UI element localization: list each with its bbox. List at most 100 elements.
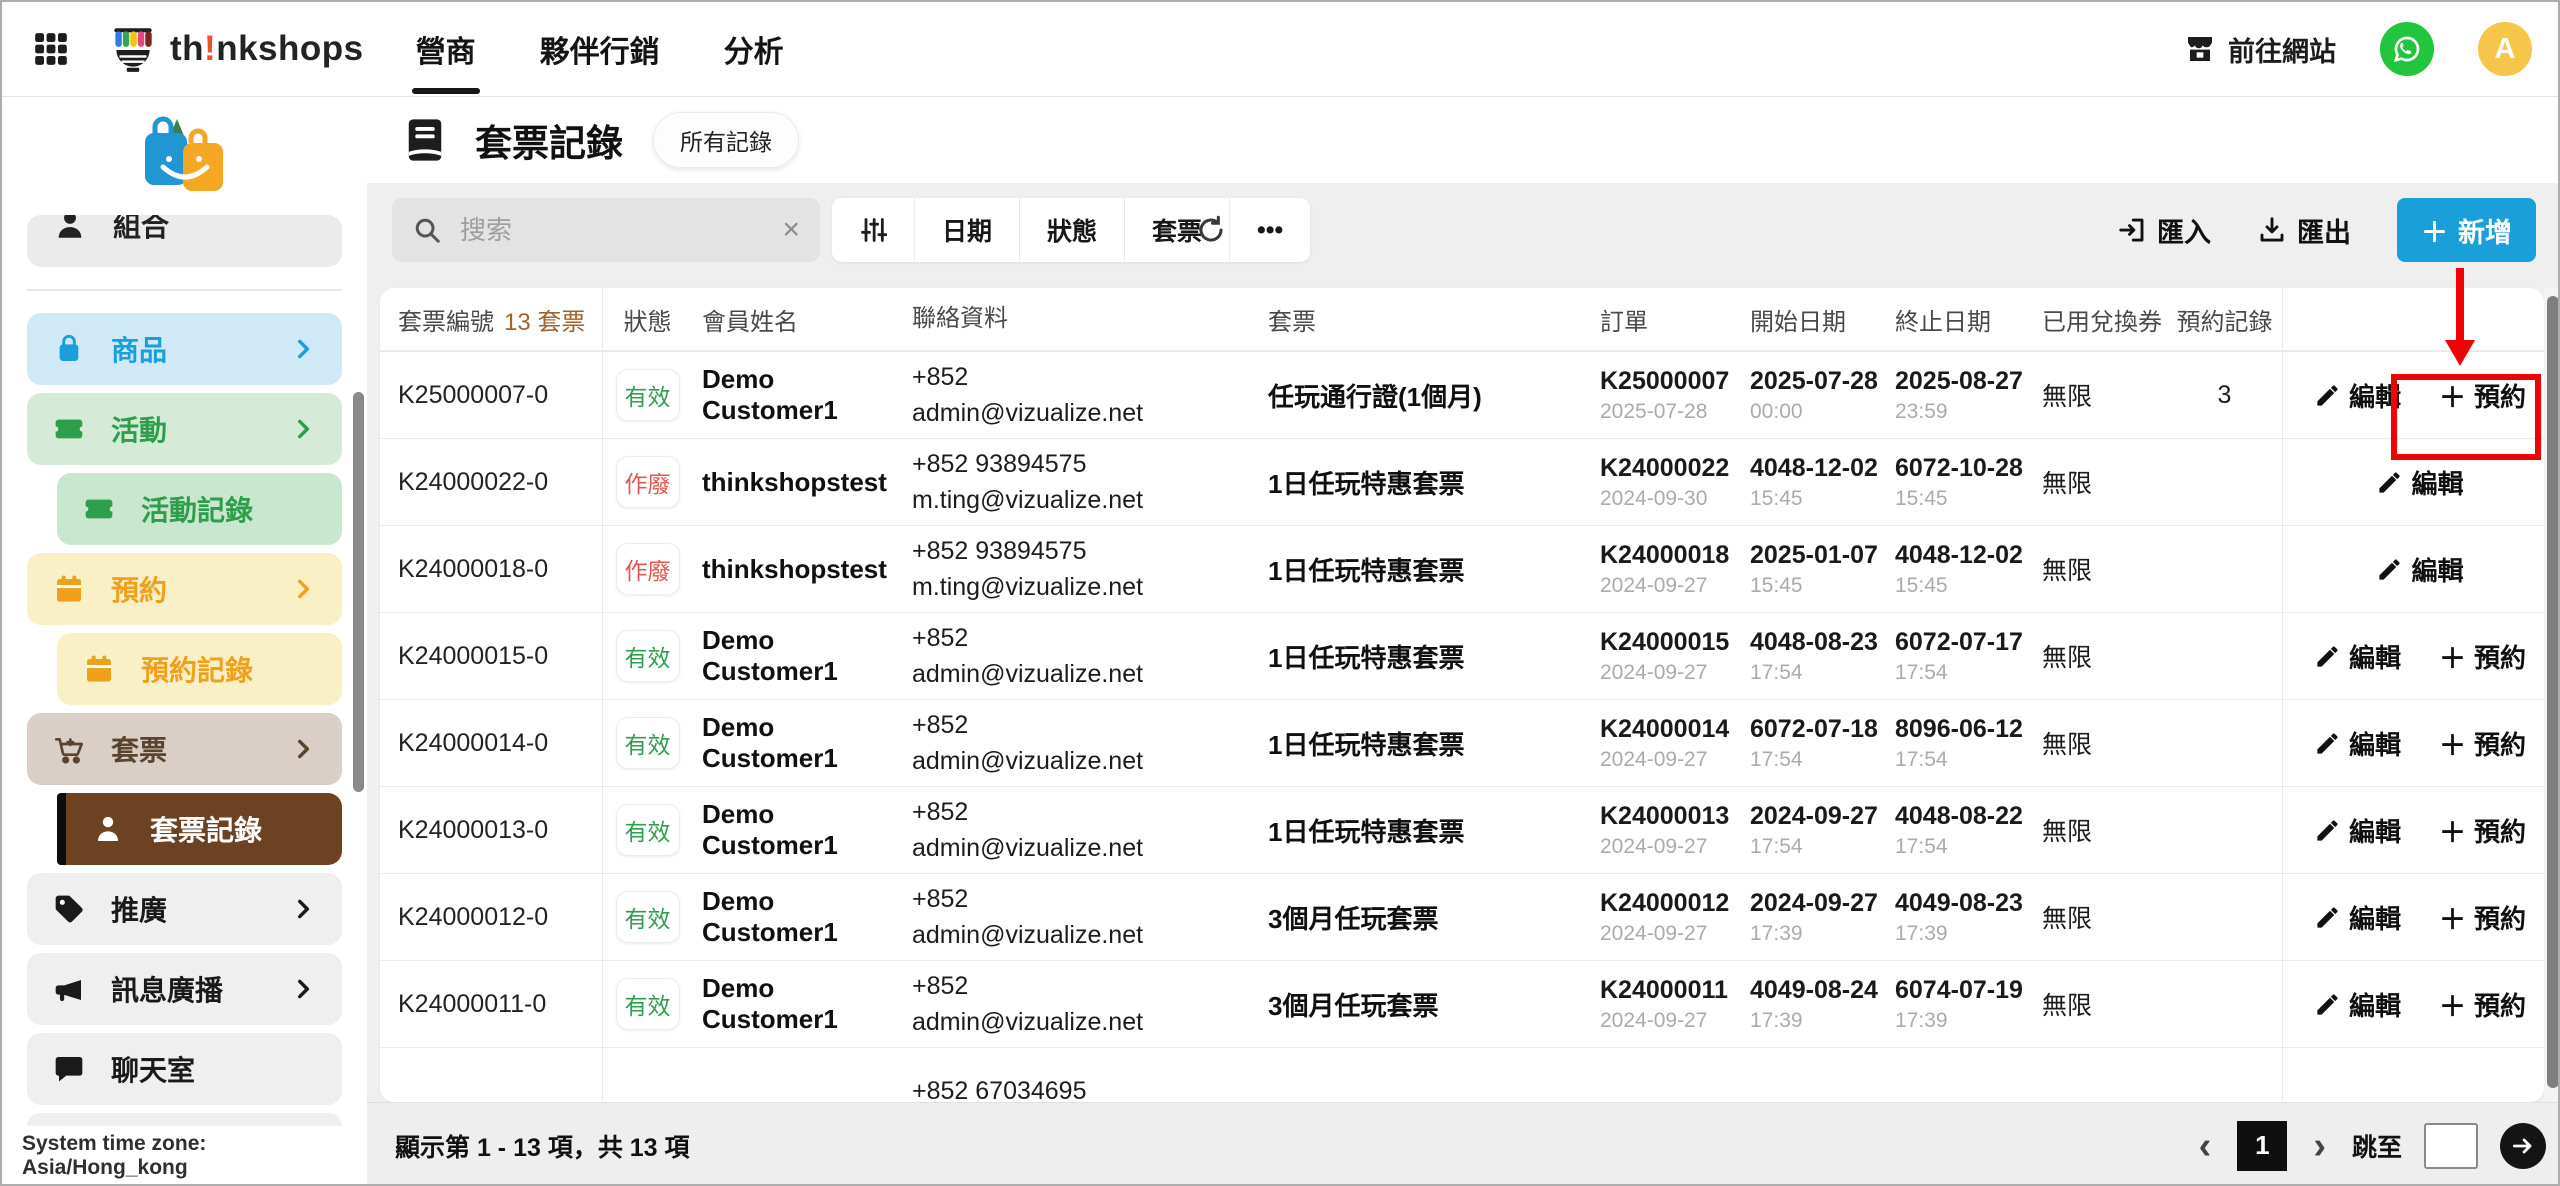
- top-nav-analytics[interactable]: 分析: [724, 2, 784, 96]
- go-to-site-link[interactable]: 前往網站: [2184, 30, 2336, 69]
- cell-bookings: [2167, 1048, 2282, 1102]
- apps-grid-icon[interactable]: [32, 30, 70, 68]
- cell-order: K250000072025-07-28: [1582, 352, 1742, 438]
- cell-contact: +852admin@vizualize.net: [902, 961, 1262, 1047]
- cell-contact: +852admin@vizualize.net: [902, 613, 1262, 699]
- cell-order: K240000222024-09-30: [1582, 439, 1742, 525]
- filter-settings-button[interactable]: [832, 198, 915, 262]
- sidebar-item-promotions[interactable]: 推廣: [27, 873, 342, 945]
- cell-start: 2024-09-2717:39: [1742, 874, 1887, 960]
- book-button[interactable]: ＋預約: [2439, 985, 2526, 1024]
- whatsapp-button[interactable]: [2380, 22, 2434, 76]
- cell-bookings: [2167, 439, 2282, 525]
- filter-button-0[interactable]: 日期: [915, 198, 1020, 262]
- header-member: 會員姓名: [692, 288, 902, 350]
- cell-bookings: [2167, 613, 2282, 699]
- cell-code: K24000013-0: [380, 787, 603, 873]
- table-header-row: 套票編號13 套票狀態會員姓名聯絡資料套票訂單開始日期終止日期已用兌換券預約記錄: [380, 288, 2544, 352]
- cell-actions: 編輯: [2282, 439, 2542, 525]
- current-page[interactable]: 1: [2237, 1121, 2287, 1171]
- book-button[interactable]: ＋預約: [2439, 637, 2526, 676]
- records-table: 套票編號13 套票狀態會員姓名聯絡資料套票訂單開始日期終止日期已用兌換券預約記錄…: [380, 288, 2544, 1102]
- cell-status: 有效: [603, 700, 692, 786]
- edit-button[interactable]: 編輯: [2314, 725, 2401, 762]
- sliders-icon: [859, 216, 887, 244]
- sidebar-item-broadcast[interactable]: 訊息廣播: [27, 953, 342, 1025]
- edit-button[interactable]: 編輯: [2376, 551, 2463, 588]
- cell-package: 1日任玩特惠套票: [1262, 439, 1582, 525]
- export-button[interactable]: 匯出: [2257, 211, 2351, 250]
- storefront-icon: [2184, 33, 2216, 65]
- book-button[interactable]: ＋預約: [2439, 376, 2526, 415]
- header-contact: 聯絡資料: [902, 288, 1262, 350]
- top-nav-business[interactable]: 營商: [416, 2, 476, 96]
- cell-member: Demo Customer1: [692, 613, 902, 699]
- cell-order: K240000132024-09-27: [1582, 787, 1742, 873]
- sidebar-item-label: 套票記錄: [150, 809, 262, 849]
- refresh-button[interactable]: [1185, 198, 1237, 262]
- sidebar-item-label: 預約記錄: [141, 649, 253, 689]
- sidebar-item-bookings[interactable]: 預約: [27, 553, 342, 625]
- next-page-button[interactable]: ›: [2309, 1127, 2330, 1165]
- footer: 顯示第 1 - 13 項，共 13 項 ‹ 1 › 跳至: [367, 1102, 2560, 1186]
- brand-logo[interactable]: th!nkshops: [106, 22, 364, 76]
- sidebar-scrollbar[interactable]: [353, 392, 364, 792]
- sidebar-item-event-records[interactable]: 活動記錄: [57, 473, 342, 545]
- cell-end: 8096-06-1217:54: [1887, 700, 2032, 786]
- import-button[interactable]: 匯入: [2117, 211, 2211, 250]
- add-button[interactable]: ＋ 新增: [2397, 198, 2536, 262]
- cell-end: 6072-07-1717:54: [1887, 613, 2032, 699]
- sidebar-logo: [2, 97, 367, 209]
- sidebar-item-products[interactable]: 商品: [27, 313, 342, 385]
- book-icon: [399, 114, 451, 166]
- sidebar-item-package-records[interactable]: 套票記錄: [57, 793, 342, 865]
- edit-button[interactable]: 編輯: [2314, 986, 2401, 1023]
- jump-go-button[interactable]: [2500, 1123, 2546, 1169]
- search-box[interactable]: ×: [392, 198, 820, 262]
- cell-vouchers: 無限: [2032, 700, 2167, 786]
- filter-button-1[interactable]: 狀態: [1020, 198, 1125, 262]
- book-button[interactable]: ＋預約: [2439, 898, 2526, 937]
- edit-button[interactable]: 編輯: [2314, 377, 2401, 414]
- main-scrollbar[interactable]: [2544, 288, 2560, 1102]
- cell-start: 2025-01-0715:45: [1742, 526, 1887, 612]
- sidebar-item-booking-records[interactable]: 預約記錄: [57, 633, 342, 705]
- avatar[interactable]: A: [2478, 22, 2532, 76]
- sidebar-item-packages[interactable]: 套票: [27, 713, 342, 785]
- sidebar-item-chat[interactable]: 聊天室: [27, 1033, 342, 1105]
- cell-package: 3個月任玩套票: [1262, 874, 1582, 960]
- header-order: 訂單: [1582, 288, 1742, 350]
- cell-actions: 編輯 ＋預約: [2282, 352, 2542, 438]
- brand-awning-icon: [106, 22, 160, 76]
- cell-package: 1日任玩特惠套票: [1262, 526, 1582, 612]
- prev-page-button[interactable]: ‹: [2195, 1127, 2216, 1165]
- edit-button[interactable]: 編輯: [2376, 464, 2463, 501]
- cell-start: 4048-08-2317:54: [1742, 613, 1887, 699]
- edit-button[interactable]: 編輯: [2314, 899, 2401, 936]
- cell-bookings: 3: [2167, 352, 2282, 438]
- cell-code: [380, 1048, 603, 1102]
- records-filter-badge[interactable]: 所有記錄: [653, 112, 799, 168]
- search-input[interactable]: [458, 214, 772, 247]
- filter-button-3[interactable]: •••: [1230, 198, 1310, 262]
- calendar-icon: [53, 573, 85, 605]
- cell-order: K240000122024-09-27: [1582, 874, 1742, 960]
- clear-search-icon[interactable]: ×: [772, 213, 800, 247]
- cell-bookings: [2167, 526, 2282, 612]
- sidebar-item-events[interactable]: 活動: [27, 393, 342, 465]
- sidebar-item-label: 訊息廣播: [111, 969, 223, 1009]
- book-button[interactable]: ＋預約: [2439, 724, 2526, 763]
- jump-to-input[interactable]: [2424, 1123, 2478, 1169]
- edit-button[interactable]: 編輯: [2314, 812, 2401, 849]
- cell-vouchers: 無限: [2032, 352, 2167, 438]
- sidebar-item-clipped[interactable]: 組合: [27, 215, 342, 267]
- book-button[interactable]: ＋預約: [2439, 811, 2526, 850]
- scrollbar-thumb[interactable]: [2547, 296, 2559, 1088]
- cell-start: [1742, 1048, 1887, 1102]
- edit-button[interactable]: 編輯: [2314, 638, 2401, 675]
- top-nav-partner-marketing[interactable]: 夥伴行銷: [540, 2, 660, 96]
- cell-contact: +852admin@vizualize.net: [902, 352, 1262, 438]
- status-badge: 有效: [616, 978, 680, 1030]
- table-row: K24000011-0有效Demo Customer1+852admin@viz…: [380, 961, 2544, 1048]
- cell-actions: 編輯 ＋預約: [2282, 961, 2542, 1047]
